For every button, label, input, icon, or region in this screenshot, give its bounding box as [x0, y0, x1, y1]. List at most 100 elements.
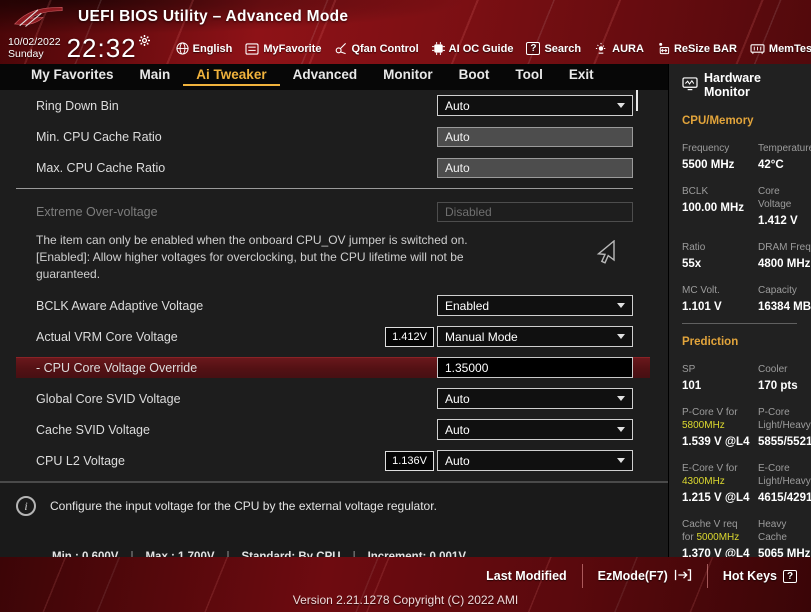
monitor-icon	[682, 77, 698, 94]
hot-keys-label: Hot Keys	[723, 569, 777, 583]
setting-row-extreme-over-voltage: Extreme Over-voltage Disabled	[16, 201, 633, 222]
setting-description: Configure the input voltage for the CPU …	[50, 496, 437, 513]
global-core-svid-voltage-dropdown[interactable]: Auto	[437, 388, 633, 409]
exit-arrow-icon	[674, 568, 692, 585]
dropdown-value: Enabled	[445, 299, 489, 313]
ez-mode-button[interactable]: EzMode(F7)	[598, 568, 692, 585]
setting-label: Extreme Over-voltage	[36, 205, 437, 219]
header: UEFI BIOS Utility – Advanced Mode 10/02/…	[0, 0, 811, 64]
min-cpu-cache-ratio-input[interactable]: Auto	[437, 127, 633, 147]
chevron-down-icon	[617, 396, 625, 401]
chevron-down-icon	[617, 334, 625, 339]
extreme-over-voltage-input: Disabled	[437, 202, 633, 222]
input-value: Auto	[445, 161, 470, 175]
app-title: UEFI BIOS Utility – Advanced Mode	[78, 8, 348, 26]
max-cpu-cache-ratio-input[interactable]: Auto	[437, 158, 633, 178]
tab-boot[interactable]: Boot	[446, 64, 503, 86]
stat-mc-volt: MC Volt. 1.101 V	[682, 284, 754, 313]
tab-exit[interactable]: Exit	[556, 64, 607, 86]
aura-button[interactable]: AURA	[594, 42, 644, 55]
dropdown-value: Auto	[445, 454, 470, 468]
chip-icon	[432, 42, 445, 55]
qfan-label: Qfan Control	[351, 43, 418, 55]
chevron-down-icon	[617, 303, 625, 308]
ai-oc-guide-button[interactable]: AI OC Guide	[432, 42, 514, 55]
stat-pcore-voltage: P-Core V for 5800MHz 1.539 V @L4	[682, 406, 754, 448]
stat-frequency: Frequency 5500 MHz	[682, 142, 754, 171]
fan-icon	[334, 42, 347, 55]
tab-monitor[interactable]: Monitor	[370, 64, 446, 86]
stat-ecore-light-heavy: E-Core Light/Heavy 4615/4291	[758, 462, 811, 504]
hardware-monitor-title: Hardware Monitor	[704, 71, 805, 99]
stat-heavy-cache: Heavy Cache 5065 MHz	[758, 518, 811, 557]
stat-dram-freq: DRAM Freq. 4800 MHz	[758, 241, 811, 270]
tab-my-favorites[interactable]: My Favorites	[18, 64, 127, 86]
stat-cache-voltage: Cache V req for 5000MHz 1.370 V @L4	[682, 518, 754, 557]
cpu-memory-stats: Frequency 5500 MHz Temperature 42°C BCLK…	[682, 142, 805, 313]
section-divider	[16, 188, 633, 189]
input-value: Auto	[445, 130, 470, 144]
menu-bar: My Favorites Main Ai Tweaker Advanced Mo…	[0, 64, 668, 90]
footer-divider	[707, 564, 708, 588]
setting-row-min-cpu-cache-ratio: Min. CPU Cache Ratio Auto	[16, 126, 633, 147]
tab-main[interactable]: Main	[127, 64, 184, 86]
stat-cooler: Cooler 170 pts	[758, 363, 811, 392]
memtest-button[interactable]: MemTest86	[750, 43, 811, 55]
hardware-monitor-header: Hardware Monitor	[682, 71, 805, 99]
setting-row-actual-vrm-core-voltage: Actual VRM Core Voltage 1.412V Manual Mo…	[16, 326, 633, 347]
setting-row-cpu-core-voltage-override[interactable]: - CPU Core Voltage Override 1.35000	[16, 357, 650, 378]
search-button[interactable]: ? Search	[526, 42, 581, 55]
setting-row-bclk-aware-adaptive-voltage: BCLK Aware Adaptive Voltage Enabled	[16, 295, 633, 316]
ez-mode-label: EzMode(F7)	[598, 569, 668, 583]
tab-tool[interactable]: Tool	[502, 64, 556, 86]
bclk-aware-adaptive-voltage-dropdown[interactable]: Enabled	[437, 295, 633, 316]
setting-row-cache-svid-voltage: Cache SVID Voltage Auto	[16, 419, 633, 440]
scrollbar-thumb[interactable]	[636, 90, 638, 111]
date-display: 10/02/2022 Sunday	[8, 37, 61, 60]
cpu-core-voltage-override-input[interactable]: 1.35000	[437, 357, 633, 378]
stat-capacity: Capacity 16384 MB	[758, 284, 811, 313]
dropdown-value: Auto	[445, 99, 470, 113]
setting-label: BCLK Aware Adaptive Voltage	[36, 299, 437, 313]
chevron-down-icon	[617, 458, 625, 463]
language-button[interactable]: English	[176, 42, 233, 55]
hot-keys-button[interactable]: Hot Keys ?	[723, 569, 797, 583]
main-panel: My Favorites Main Ai Tweaker Advanced Mo…	[0, 64, 668, 557]
stat-core-voltage: Core Voltage 1.412 V	[758, 185, 811, 227]
ring-down-bin-dropdown[interactable]: Auto	[437, 95, 633, 116]
setting-label: Global Core SVID Voltage	[36, 392, 437, 406]
question-icon: ?	[526, 42, 540, 55]
globe-icon	[176, 42, 189, 55]
clock-display: 22:32	[67, 33, 137, 64]
stat-bclk: BCLK 100.00 MHz	[682, 185, 754, 227]
tab-ai-tweaker[interactable]: Ai Tweaker	[183, 64, 279, 86]
favorite-list-icon	[245, 43, 259, 55]
gear-icon[interactable]	[139, 33, 150, 51]
aura-label: AURA	[612, 43, 644, 55]
sidebar-divider	[682, 323, 797, 324]
date-text: 10/02/2022	[8, 37, 61, 49]
setting-row-cpu-l2-voltage: CPU L2 Voltage 1.136V Auto	[16, 450, 633, 471]
my-favorite-button[interactable]: MyFavorite	[245, 43, 321, 55]
cpu-l2-voltage-dropdown[interactable]: Auto	[437, 450, 633, 471]
setting-label: Max. CPU Cache Ratio	[36, 161, 437, 175]
prediction-stats: SP 101 Cooler 170 pts P-Core V for 5800M…	[682, 363, 805, 557]
vrm-voltage-badge: 1.412V	[385, 327, 434, 347]
last-modified-button[interactable]: Last Modified	[486, 569, 567, 583]
cache-svid-voltage-dropdown[interactable]: Auto	[437, 419, 633, 440]
actual-vrm-core-voltage-dropdown[interactable]: Manual Mode	[437, 326, 633, 347]
tab-advanced[interactable]: Advanced	[280, 64, 371, 86]
resize-bar-label: ReSize BAR	[674, 43, 737, 55]
question-icon: ?	[783, 570, 797, 583]
ai-oc-guide-label: AI OC Guide	[449, 43, 514, 55]
setting-row-ring-down-bin: Ring Down Bin Auto	[16, 95, 633, 116]
resize-bar-button[interactable]: ReSize BAR	[657, 42, 737, 55]
stat-temperature: Temperature 42°C	[758, 142, 811, 171]
ram-icon	[750, 43, 765, 55]
qfan-control-button[interactable]: Qfan Control	[334, 42, 418, 55]
hardware-monitor-panel: Hardware Monitor CPU/Memory Frequency 55…	[668, 64, 811, 557]
help-line-1: The item can only be enabled when the on…	[36, 232, 494, 249]
stat-ratio: Ratio 55x	[682, 241, 754, 270]
dropdown-value: Auto	[445, 392, 470, 406]
search-label: Search	[544, 43, 581, 55]
